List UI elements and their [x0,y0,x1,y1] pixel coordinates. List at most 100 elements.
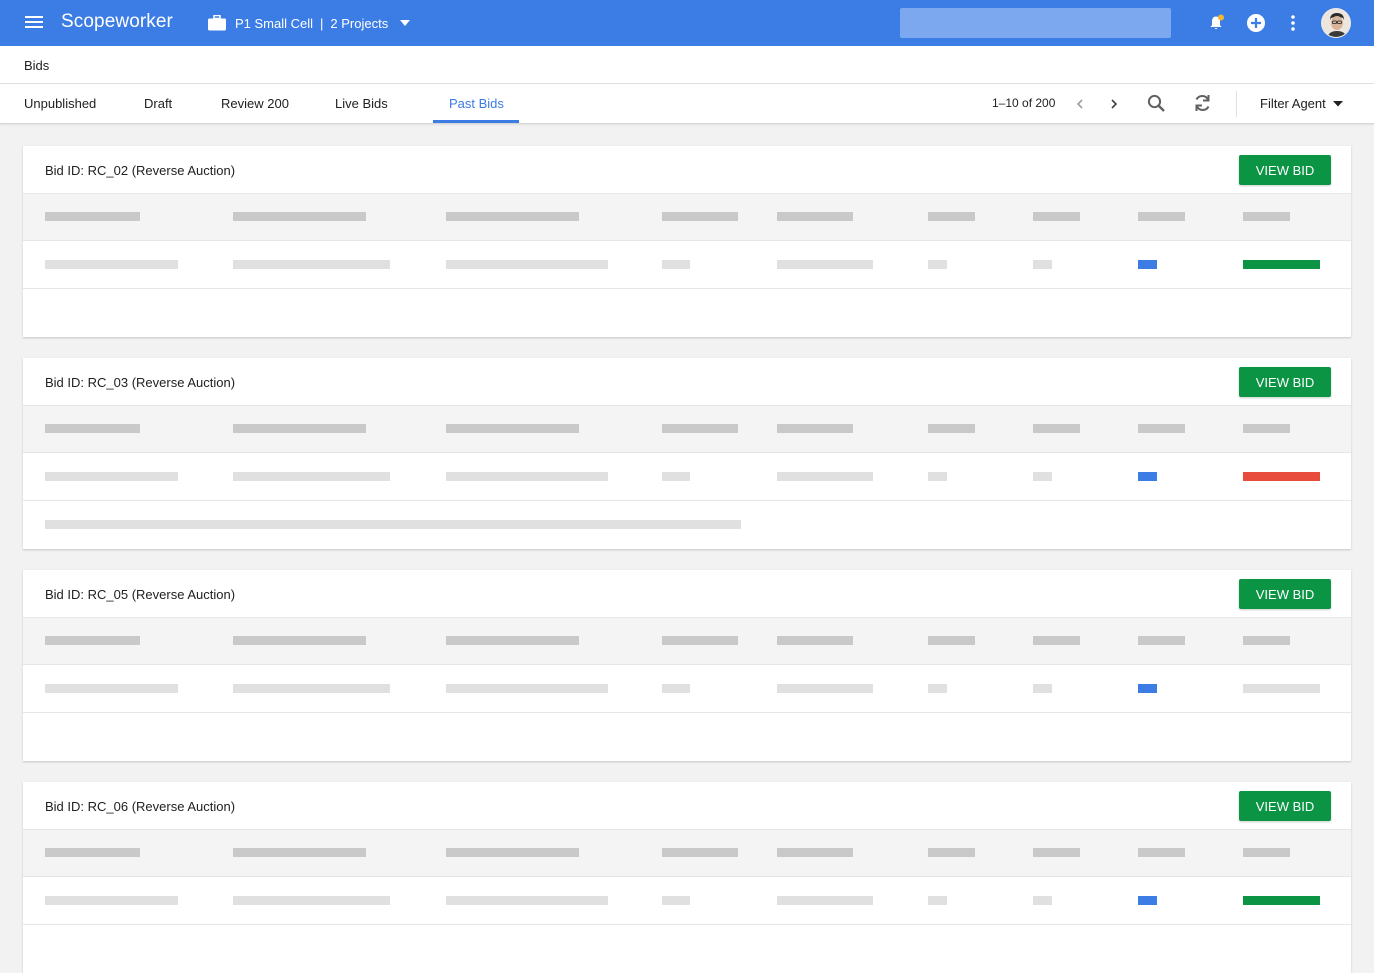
header-cell-placeholder [1033,848,1080,857]
briefcase-icon [208,15,226,31]
chevron-left-icon[interactable] [1076,99,1084,109]
cell-placeholder [446,260,608,269]
status-indicator-blue [1138,896,1157,905]
card-footer-row [23,713,1351,761]
header-cell-placeholder [777,212,853,221]
cell-placeholder [1033,896,1052,905]
header-cell-placeholder [1033,636,1080,645]
filter-agent-dropdown[interactable]: Filter Agent [1260,84,1343,123]
header-cell-placeholder [662,848,738,857]
app-bar: Scopeworker P1 Small Cell | 2 Projects [0,0,1374,46]
bell-icon[interactable] [1208,14,1226,32]
tab-review[interactable]: Review 200 [221,84,289,123]
table-header-row [23,618,1351,665]
card-footer-row [23,501,1351,549]
cell-placeholder [45,896,178,905]
more-vert-icon[interactable] [1289,14,1297,32]
table-row[interactable] [23,665,1351,713]
header-cell-placeholder [662,212,738,221]
user-avatar-icon [1322,9,1350,37]
arrow-drop-down-icon [1332,100,1343,106]
tab-live-bids[interactable]: Live Bids [335,84,388,123]
cell-placeholder [45,684,178,693]
cell-placeholder [928,260,947,269]
header-cell-placeholder [45,424,140,433]
tab-past-bids[interactable]: Past Bids [449,84,504,123]
tab-unpublished[interactable]: Unpublished [24,84,96,123]
header-cell-placeholder [45,848,140,857]
avatar[interactable] [1321,8,1351,38]
search-input[interactable] [900,8,1171,38]
header-cell-placeholder [777,848,853,857]
header-cell-placeholder [928,424,975,433]
cell-placeholder [928,684,947,693]
header-cell-placeholder [233,424,366,433]
bid-card-header: Bid ID: RC_05 (Reverse Auction) VIEW BID [23,570,1351,618]
header-cell-placeholder [45,636,140,645]
header-cell-placeholder [662,424,738,433]
view-bid-button[interactable]: VIEW BID [1239,155,1331,185]
toolbar-divider [1236,91,1237,117]
table-header-row [23,406,1351,453]
pagination-range: 1–10 of 200 [992,96,1056,110]
view-bid-button[interactable]: VIEW BID [1239,579,1331,609]
header-cell-placeholder [1033,424,1080,433]
cell-placeholder [662,260,690,269]
add-circle-icon[interactable] [1246,13,1266,33]
header-cell-placeholder [446,636,579,645]
bid-card: Bid ID: RC_05 (Reverse Auction) VIEW BID [23,570,1351,761]
header-cell-placeholder [446,848,579,857]
bid-card-header: Bid ID: RC_03 (Reverse Auction) VIEW BID [23,358,1351,406]
cell-placeholder [777,896,873,905]
cell-placeholder [1033,260,1052,269]
status-bar [1243,260,1320,269]
header-cell-placeholder [1138,424,1185,433]
status-indicator-blue [1138,260,1157,269]
status-indicator-blue [1138,684,1157,693]
cell-placeholder [1033,684,1052,693]
cell-placeholder [777,684,873,693]
cell-placeholder [446,684,608,693]
bid-card-header: Bid ID: RC_02 (Reverse Auction) VIEW BID [23,146,1351,194]
cell-placeholder [777,472,873,481]
search-icon[interactable] [1147,94,1166,113]
header-cell-placeholder [777,636,853,645]
header-cell-placeholder [1138,636,1185,645]
refresh-icon[interactable] [1193,93,1212,113]
chevron-right-icon[interactable] [1110,99,1118,109]
active-tab-indicator [433,120,519,123]
header-cell-placeholder [446,212,579,221]
header-cell-placeholder [233,636,366,645]
table-row[interactable] [23,877,1351,925]
header-cell-placeholder [928,848,975,857]
header-cell-placeholder [1243,424,1290,433]
cell-placeholder [928,472,947,481]
tab-draft[interactable]: Draft [144,84,172,123]
menu-icon[interactable] [22,13,46,33]
cell-placeholder [446,896,608,905]
cell-placeholder [928,896,947,905]
header-cell-placeholder [446,424,579,433]
header-cell-placeholder [777,424,853,433]
cell-placeholder [446,472,608,481]
table-row[interactable] [23,241,1351,289]
cell-placeholder [233,684,390,693]
header-cell-placeholder [1243,636,1290,645]
view-bid-button[interactable]: VIEW BID [1239,367,1331,397]
cell-placeholder [45,260,178,269]
table-header-row [23,830,1351,877]
cell-placeholder [777,260,873,269]
view-bid-button[interactable]: VIEW BID [1239,791,1331,821]
filter-agent-label: Filter Agent [1260,96,1326,111]
project-name: P1 Small Cell [235,15,314,31]
header-cell-placeholder [662,636,738,645]
header-cell-placeholder [1138,212,1185,221]
project-selector[interactable]: P1 Small Cell | 2 Projects [208,13,419,33]
table-row[interactable] [23,453,1351,501]
header-cell-placeholder [928,636,975,645]
bid-card: Bid ID: RC_03 (Reverse Auction) VIEW BID [23,358,1351,549]
header-cell-placeholder [45,212,140,221]
chevron-down-icon [400,20,411,26]
bid-card: Bid ID: RC_02 (Reverse Auction) VIEW BID [23,146,1351,337]
bid-title: Bid ID: RC_06 (Reverse Auction) [45,799,236,814]
